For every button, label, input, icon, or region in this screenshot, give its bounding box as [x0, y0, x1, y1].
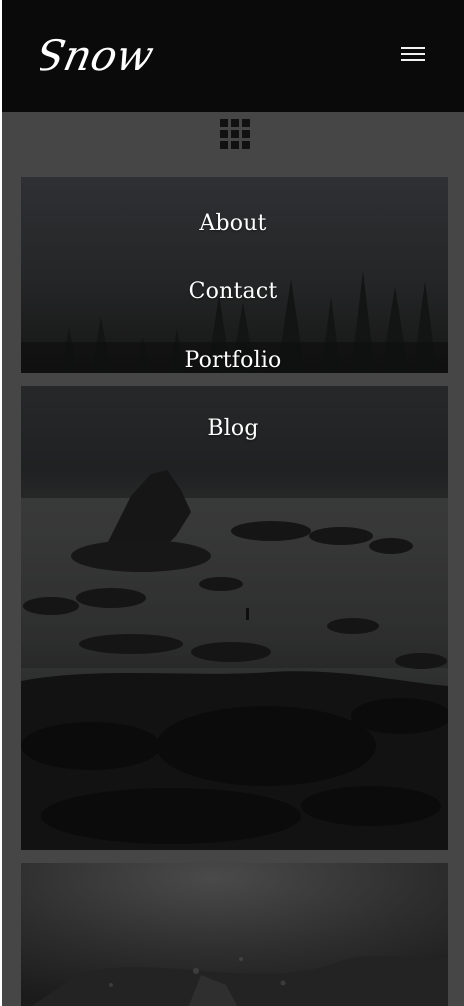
- nav-menu-overlay: About Contact Portfolio Blog: [2, 190, 464, 460]
- underwater-photo: [21, 863, 448, 1006]
- hamburger-line: [401, 53, 425, 55]
- app-screen: Snow About Contact Portfolio Blog: [2, 0, 464, 1006]
- nav-item-portfolio[interactable]: Portfolio: [2, 347, 464, 375]
- nav-item-contact[interactable]: Contact: [2, 278, 464, 306]
- gallery-tile-ocean[interactable]: [21, 863, 448, 1006]
- nav-item-about[interactable]: About: [2, 210, 464, 238]
- logo-text: Snow: [40, 32, 158, 80]
- hamburger-line: [401, 59, 425, 61]
- hamburger-menu-button[interactable]: [396, 40, 428, 70]
- nav-item-blog[interactable]: Blog: [2, 415, 464, 443]
- hamburger-icon: [401, 47, 425, 49]
- logo-snow[interactable]: Snow: [40, 26, 160, 82]
- grid-icon[interactable]: [218, 117, 252, 151]
- site-header: Snow: [2, 0, 464, 112]
